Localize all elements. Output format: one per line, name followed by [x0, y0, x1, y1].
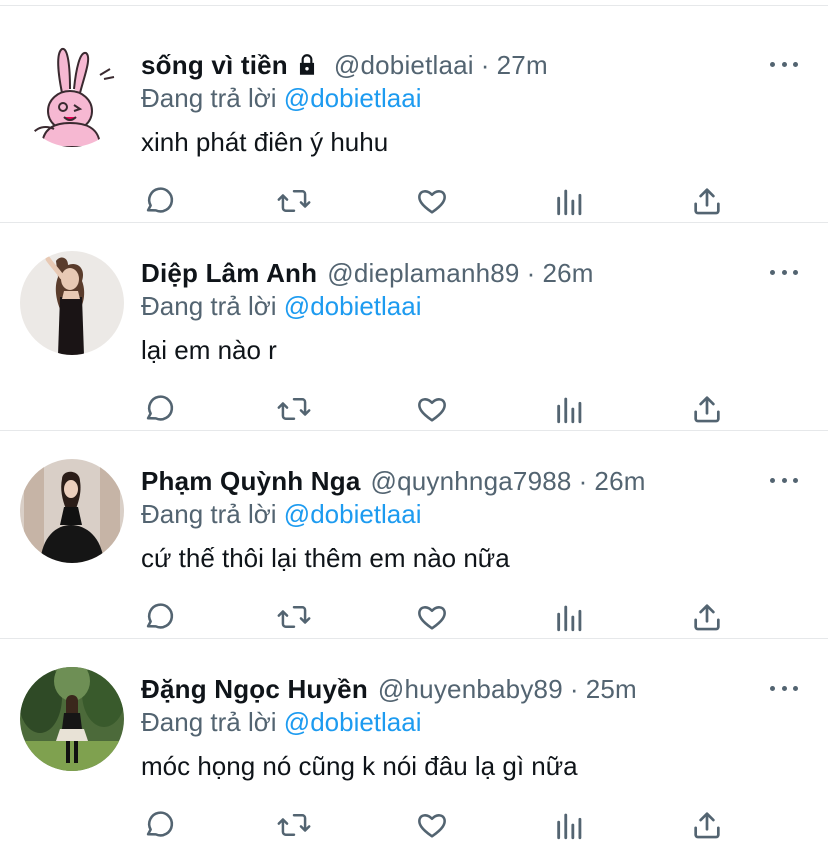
dot-separator: · — [480, 49, 490, 80]
dot-separator: · — [526, 257, 536, 288]
display-name[interactable]: Diệp Lâm Anh — [141, 258, 317, 289]
like-icon — [415, 184, 449, 218]
user-handle[interactable]: @dobietlaai — [334, 50, 474, 81]
like-button[interactable] — [414, 807, 450, 843]
woman-tulle-dress-avatar-icon — [20, 459, 124, 563]
tweet-header: Đặng Ngọc Huyền @huyenbaby89 · 25m — [141, 669, 637, 709]
reply-icon — [141, 600, 175, 634]
more-options-icon[interactable] — [770, 681, 798, 695]
retweet-icon — [276, 808, 312, 842]
retweet-button[interactable] — [276, 183, 312, 219]
tweet-header: Diệp Lâm Anh @dieplamanh89 · 26m — [141, 253, 594, 293]
user-handle[interactable]: @huyenbaby89 — [378, 674, 563, 705]
replying-label: Đang trả lời — [141, 707, 277, 737]
dot-separator: · — [569, 673, 579, 704]
analytics-button[interactable] — [552, 391, 588, 427]
reply-mention-link[interactable]: @dobietlaai — [284, 707, 422, 737]
like-button[interactable] — [414, 599, 450, 635]
dot-separator: · — [578, 465, 588, 496]
timestamp[interactable]: 26m — [542, 258, 593, 289]
like-button[interactable] — [414, 183, 450, 219]
like-icon — [415, 808, 449, 842]
replying-to: Đang trả lời @dobietlaai — [141, 707, 422, 738]
share-icon — [690, 392, 724, 426]
replying-to: Đang trả lời @dobietlaai — [141, 291, 422, 322]
user-handle[interactable]: @quynhnga7988 — [371, 466, 572, 497]
reply-tweet[interactable]: sống vì tiền @dobietlaai · 27m Đang trả … — [0, 15, 828, 223]
user-handle[interactable]: @dieplamanh89 — [327, 258, 519, 289]
analytics-icon — [553, 600, 587, 634]
retweet-button[interactable] — [276, 391, 312, 427]
share-icon — [690, 184, 724, 218]
display-name[interactable]: Đặng Ngọc Huyền — [141, 674, 368, 705]
action-bar — [0, 599, 828, 639]
display-name[interactable]: sống vì tiền — [141, 50, 288, 81]
like-icon — [415, 600, 449, 634]
reply-tweet[interactable]: Đặng Ngọc Huyền @huyenbaby89 · 25m Đang … — [0, 639, 828, 847]
action-bar — [0, 391, 828, 431]
more-options-icon[interactable] — [770, 265, 798, 279]
replying-to: Đang trả lời @dobietlaai — [141, 83, 422, 114]
replying-label: Đang trả lời — [141, 291, 277, 321]
share-button[interactable] — [689, 391, 725, 427]
avatar[interactable] — [20, 459, 124, 563]
pink-bunny-avatar-icon — [20, 43, 124, 147]
timestamp[interactable]: 26m — [594, 466, 645, 497]
woman-garden-avatar-icon — [20, 667, 124, 771]
analytics-icon — [553, 184, 587, 218]
replying-to: Đang trả lời @dobietlaai — [141, 499, 422, 530]
retweet-icon — [276, 600, 312, 634]
tweet-text: lại em nào r — [141, 335, 277, 365]
reply-mention-link[interactable]: @dobietlaai — [284, 291, 422, 321]
timestamp[interactable]: 27m — [497, 50, 548, 81]
reply-button[interactable] — [140, 599, 176, 635]
share-button[interactable] — [689, 183, 725, 219]
share-button[interactable] — [689, 599, 725, 635]
action-bar — [0, 183, 828, 223]
analytics-icon — [553, 392, 587, 426]
tweet-header: sống vì tiền @dobietlaai · 27m — [141, 45, 548, 85]
lock-icon — [294, 52, 320, 78]
top-divider — [0, 5, 828, 6]
tweet-text: xinh phát điên ý huhu — [141, 127, 389, 157]
analytics-button[interactable] — [552, 183, 588, 219]
retweet-button[interactable] — [276, 599, 312, 635]
share-icon — [690, 600, 724, 634]
action-bar — [0, 807, 828, 847]
reply-button[interactable] — [140, 391, 176, 427]
tweet-header: Phạm Quỳnh Nga @quynhnga7988 · 26m — [141, 461, 646, 501]
replying-label: Đang trả lời — [141, 499, 277, 529]
analytics-button[interactable] — [552, 599, 588, 635]
avatar[interactable] — [20, 667, 124, 771]
share-button[interactable] — [689, 807, 725, 843]
reply-icon — [141, 808, 175, 842]
like-icon — [415, 392, 449, 426]
tweet-text: móc họng nó cũng k nói đâu lạ gì nữa — [141, 751, 578, 781]
reply-button[interactable] — [140, 183, 176, 219]
analytics-icon — [553, 808, 587, 842]
like-button[interactable] — [414, 391, 450, 427]
reply-button[interactable] — [140, 807, 176, 843]
woman-photo-avatar-icon — [20, 251, 124, 355]
display-name[interactable]: Phạm Quỳnh Nga — [141, 466, 361, 497]
timestamp[interactable]: 25m — [586, 674, 637, 705]
reply-tweet[interactable]: Diệp Lâm Anh @dieplamanh89 · 26m Đang tr… — [0, 223, 828, 431]
reply-mention-link[interactable]: @dobietlaai — [284, 499, 422, 529]
reply-mention-link[interactable]: @dobietlaai — [284, 83, 422, 113]
avatar[interactable] — [20, 43, 124, 147]
more-options-icon[interactable] — [770, 57, 798, 71]
reply-icon — [141, 184, 175, 218]
tweet-text: cứ thế thôi lại thêm em nào nữa — [141, 543, 510, 573]
retweet-icon — [276, 184, 312, 218]
share-icon — [690, 808, 724, 842]
analytics-button[interactable] — [552, 807, 588, 843]
retweet-button[interactable] — [276, 807, 312, 843]
retweet-icon — [276, 392, 312, 426]
more-options-icon[interactable] — [770, 473, 798, 487]
reply-icon — [141, 392, 175, 426]
replying-label: Đang trả lời — [141, 83, 277, 113]
reply-tweet[interactable]: Phạm Quỳnh Nga @quynhnga7988 · 26m Đang … — [0, 431, 828, 639]
avatar[interactable] — [20, 251, 124, 355]
